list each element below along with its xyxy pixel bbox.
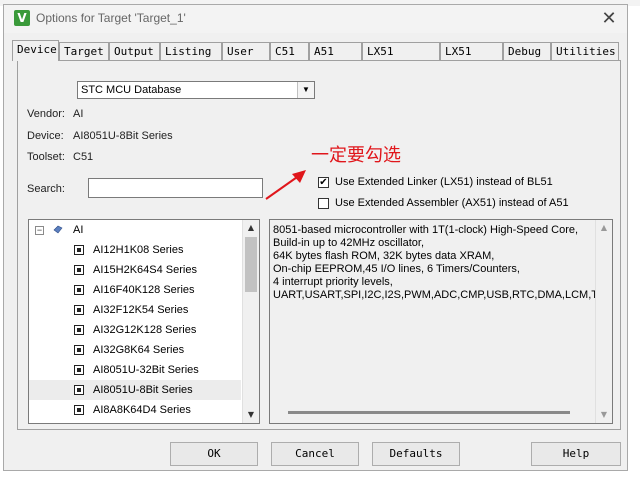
tree-item-label: AI8051U-8Bit Series [93, 384, 193, 396]
chip-icon [74, 245, 84, 255]
window-title: Options for Target 'Target_1' [36, 11, 186, 25]
tab-debug[interactable]: Debug [503, 42, 551, 60]
annotation-arrow [265, 170, 306, 200]
tab-a51[interactable]: A51 [309, 42, 362, 60]
tree-item-label: AI32G12K128 Series [93, 324, 197, 336]
tree-item-label: AI8051U-32Bit Series [93, 364, 199, 376]
scroll-up-icon[interactable]: ▲ [596, 220, 612, 236]
tab-lx51-misc[interactable]: LX51 Misc [440, 42, 503, 76]
title-bar: V Options for Target 'Target_1' ✕ [4, 5, 627, 33]
device-label: Device: [27, 130, 64, 142]
tab-output[interactable]: Output [109, 42, 160, 60]
extended-assembler-label: Use Extended Assembler (AX51) instead of… [335, 197, 569, 209]
toolset-value: C51 [73, 151, 94, 163]
chip-icon [74, 285, 84, 295]
database-select[interactable]: STC MCU Database ▼ [77, 81, 315, 99]
tree-item[interactable]: AI8051U-32Bit Series [29, 360, 241, 380]
extended-assembler-checkbox[interactable] [318, 198, 329, 209]
chevron-down-icon[interactable]: ▼ [297, 82, 314, 98]
device-tree[interactable]: − AI AI12H1K08 Series AI15H2K64S4 Series… [28, 219, 260, 424]
vendor-label: Vendor: [27, 108, 65, 120]
cancel-button[interactable]: Cancel [271, 442, 359, 466]
description-line: Build-in up to 42MHz oscillator, [273, 237, 425, 249]
tree-scrollbar[interactable]: ▲ ▼ [242, 220, 259, 423]
chip-icon [74, 405, 84, 415]
annotation-text: 一定要勾选 [311, 145, 401, 166]
tree-item[interactable]: AI32G8K64 Series [29, 340, 241, 360]
device-description: 8051-based microcontroller with 1T(1-clo… [269, 219, 613, 424]
vendor-value: AI [73, 108, 84, 120]
description-line: 4 interrupt priority levels, [273, 276, 393, 288]
description-line: 8051-based microcontroller with 1T(1-clo… [273, 224, 579, 236]
extended-linker-label: Use Extended Linker (LX51) instead of BL… [335, 176, 553, 188]
device-value: AI8051U-8Bit Series [73, 130, 173, 142]
chip-icon [74, 325, 84, 335]
chip-icon [74, 385, 84, 395]
tree-item-label: AI16F40K128 Series [93, 284, 195, 296]
chip-icon [74, 265, 84, 275]
tab-target[interactable]: Target [59, 42, 109, 60]
tree-item[interactable]: AI16F40K128 Series [29, 280, 241, 300]
search-input[interactable] [88, 178, 263, 198]
search-label: Search: [27, 183, 65, 195]
description-line: 64K bytes flash ROM, 32K bytes data XRAM… [273, 250, 495, 262]
device-panel: STC MCU Database ▼ Vendor: AI Device: AI… [17, 60, 621, 430]
collapse-icon[interactable]: − [35, 226, 44, 235]
tree-item[interactable]: AI32G12K128 Series [29, 320, 241, 340]
extended-linker-checkbox[interactable]: ✔ [318, 177, 329, 188]
vendor-folder-icon [53, 225, 63, 234]
close-icon[interactable]: ✕ [597, 7, 621, 31]
tree-item[interactable]: AI12H1K08 Series [29, 240, 241, 260]
tab-listing[interactable]: Listing [160, 42, 222, 60]
options-dialog: V Options for Target 'Target_1' ✕ Device… [3, 4, 628, 471]
database-select-value: STC MCU Database [81, 84, 182, 96]
description-hscrollbar[interactable] [288, 411, 570, 414]
keil-app-icon: V [14, 10, 30, 26]
tab-lx51-locate[interactable]: LX51 Locate [362, 42, 440, 76]
tree-item-label: AI15H2K64S4 Series [93, 264, 197, 276]
tree-item[interactable]: AI15H2K64S4 Series [29, 260, 241, 280]
chip-icon [74, 365, 84, 375]
chip-icon [74, 345, 84, 355]
tree-item[interactable]: AI32F12K54 Series [29, 300, 241, 320]
tab-device[interactable]: Device [12, 40, 59, 61]
tree-item-label: AI32F12K54 Series [93, 304, 189, 316]
tree-root[interactable]: − AI [29, 220, 241, 240]
tab-user[interactable]: User [222, 42, 270, 60]
toolset-label: Toolset: [27, 151, 65, 163]
defaults-button[interactable]: Defaults [372, 442, 460, 466]
scroll-down-icon[interactable]: ▼ [243, 407, 259, 423]
tree-root-label: AI [73, 224, 84, 236]
tree-item-label: AI32G8K64 Series [93, 344, 185, 356]
scroll-down-icon[interactable]: ▼ [596, 407, 612, 423]
description-line: UART,USART,SPI,I2C,I2S,PWM,ADC,CMP,USB,R… [273, 289, 605, 301]
chip-icon [74, 305, 84, 315]
tab-utilities[interactable]: Utilities [551, 42, 619, 60]
ok-button[interactable]: OK [170, 442, 258, 466]
tree-item-selected[interactable]: AI8051U-8Bit Series [29, 380, 241, 400]
description-line: On-chip EEPROM,45 I/O lines, 6 Timers/Co… [273, 263, 520, 275]
help-button[interactable]: Help [531, 442, 621, 466]
scroll-thumb[interactable] [245, 237, 257, 292]
tab-c51[interactable]: C51 [270, 42, 309, 60]
description-scrollbar[interactable]: ▲ ▼ [595, 220, 612, 423]
scroll-up-icon[interactable]: ▲ [243, 220, 259, 236]
tree-item-label: AI8A8K64D4 Series [93, 404, 191, 416]
tree-item[interactable]: AI8A8K64D4 Series [29, 400, 241, 420]
tree-item-label: AI12H1K08 Series [93, 244, 184, 256]
